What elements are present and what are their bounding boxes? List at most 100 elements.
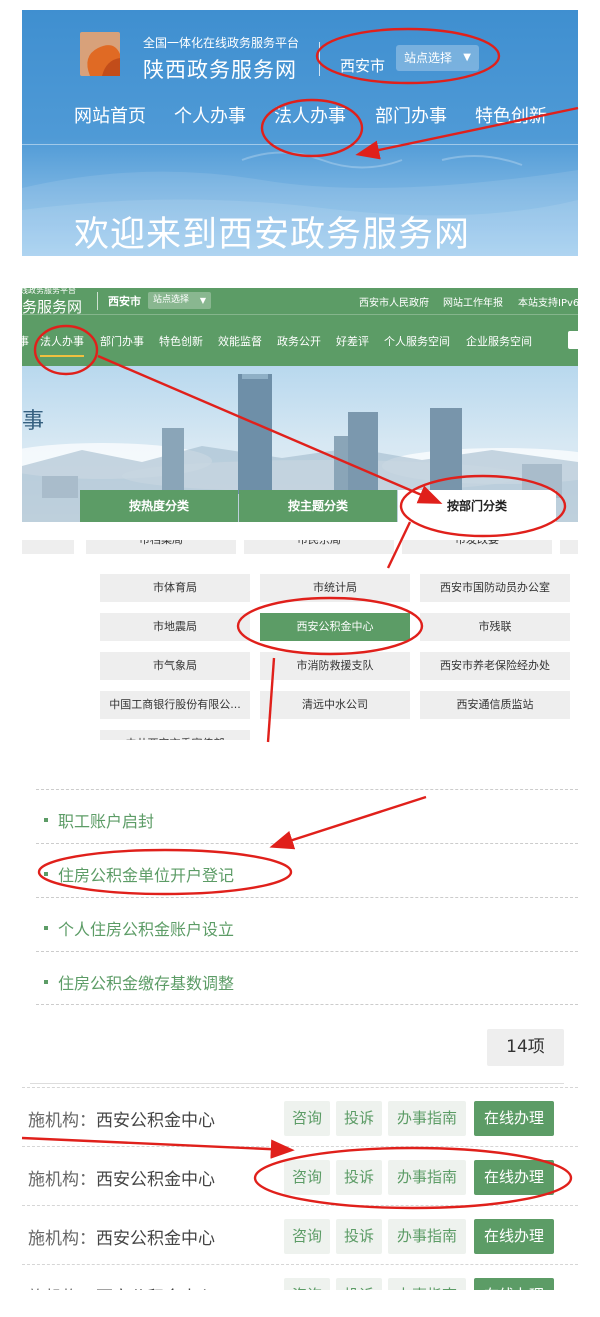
agency-name: 西安公积金中心 [96, 1170, 215, 1190]
department-housing-fund[interactable]: 西安公积金中心 [260, 613, 410, 641]
implementing-agency: 施机构：西安公积金中心 [28, 1283, 215, 1290]
top-bar: 线政务服务平台 务服务网 西安市 站点选择 ▼ 西安市人民政府 网站工作年报 本站… [22, 288, 578, 316]
platform-slogan: 全国一体化在线政务服务平台 [143, 36, 300, 50]
service-item[interactable]: 住房公积金缴存基数调整 [36, 951, 578, 1005]
welcome-banner-text: 欢迎来到西安政务服务网 [74, 215, 471, 255]
agency-name: 西安公积金中心 [96, 1229, 215, 1249]
department-water-company[interactable]: 清远中水公司 [260, 691, 410, 719]
consult-button[interactable]: 咨询 [284, 1101, 330, 1136]
nav-personal-space[interactable]: 个人服务空间 [384, 333, 450, 349]
guide-button[interactable]: 办事指南 [388, 1219, 466, 1254]
nav-enterprise-space[interactable]: 企业服务空间 [466, 333, 532, 349]
current-city: 西安市 [340, 57, 386, 75]
guide-button[interactable]: 办事指南 [388, 1101, 466, 1136]
implementing-agency: 施机构：西安公积金中心 [28, 1106, 215, 1131]
service-item[interactable]: 个人住房公积金账户设立 [36, 897, 578, 951]
station-select-button[interactable]: 站点选择 ▼ [148, 292, 211, 309]
nav-rating[interactable]: 好差评 [336, 333, 369, 349]
service-item-label: 住房公积金缴存基数调整 [58, 974, 235, 993]
main-nav: 网站首页 个人办事 法人办事 部门办事 特色创新 [22, 102, 578, 132]
station-select-label: 站点选择 [404, 51, 453, 65]
department-partial[interactable] [22, 540, 74, 554]
consult-button[interactable]: 咨询 [284, 1278, 330, 1290]
guide-button[interactable]: 办事指南 [388, 1278, 466, 1290]
service-item[interactable]: 住房公积金单位开户登记 [36, 843, 578, 897]
department-icbc[interactable]: 中国工商银行股份有限公... [100, 691, 250, 719]
department-disabled-federation[interactable]: 市残联 [420, 613, 570, 641]
legal-person-page-screenshot: 线政务服务平台 务服务网 西安市 站点选择 ▼ 西安市人民政府 网站工作年报 本站… [22, 288, 578, 522]
guide-button[interactable]: 办事指南 [388, 1160, 466, 1195]
department-pension[interactable]: 西安市养老保险经办处 [420, 652, 570, 680]
online-apply-button[interactable]: 在线办理 [474, 1160, 554, 1195]
department-statistics[interactable]: 市统计局 [260, 574, 410, 602]
department-earthquake[interactable]: 市地震局 [100, 613, 250, 641]
department-grid-screenshot: 市档案局 市民宗局 市发改委 市体育局 市统计局 西安市国防动员办公室 市地震局… [22, 540, 578, 740]
category-tabs: 按热度分类 按主题分类 按部门分类 [80, 490, 556, 522]
nav-efficiency[interactable]: 效能监督 [218, 333, 262, 349]
department-telecom-quality[interactable]: 西安通信质监站 [420, 691, 570, 719]
nav-personal[interactable]: 个人办事 [174, 102, 246, 128]
bullet-icon [44, 980, 48, 984]
caret-down-icon: ▼ [463, 52, 471, 63]
top-bar-divider [97, 292, 98, 310]
service-list-screenshot: 职工账户启封 住房公积金单位开户登记 个人住房公积金账户设立 住房公积金缴存基数… [22, 785, 578, 1009]
nav-innovation[interactable]: 特色创新 [475, 102, 547, 128]
service-item-label: 职工账户启封 [58, 812, 155, 831]
complaint-button[interactable]: 投诉 [336, 1278, 382, 1290]
tab-by-popularity[interactable]: 按热度分类 [80, 490, 238, 522]
agency-label: 施机构： [28, 1288, 96, 1290]
department-partial[interactable] [560, 540, 578, 554]
department-fire-rescue[interactable]: 市消防救援支队 [260, 652, 410, 680]
online-apply-button[interactable]: 在线办理 [474, 1278, 554, 1290]
agency-label: 施机构： [28, 1229, 96, 1249]
nav-truncated[interactable]: 事 [22, 333, 29, 349]
link-city-government[interactable]: 西安市人民政府 [359, 294, 429, 309]
item-count-badge: 14项 [487, 1029, 564, 1066]
shaanxi-logo [80, 32, 120, 76]
station-select-label: 站点选择 [153, 295, 190, 305]
matter-row: 施机构：西安公积金中心 咨询 投诉 办事指南 在线办理 [22, 1264, 578, 1290]
agency-label: 施机构： [28, 1111, 96, 1131]
consult-button[interactable]: 咨询 [284, 1219, 330, 1254]
nav-divider [22, 144, 578, 145]
nav-innovation[interactable]: 特色创新 [159, 333, 203, 349]
nav-active-underline [40, 355, 84, 357]
online-apply-button[interactable]: 在线办理 [474, 1101, 554, 1136]
link-ipv6[interactable]: 本站支持IPv6 [518, 294, 578, 309]
complaint-button[interactable]: 投诉 [336, 1160, 382, 1195]
link-annual-report[interactable]: 网站工作年报 [443, 294, 503, 309]
department-defense-mobilization[interactable]: 西安市国防动员办公室 [420, 574, 570, 602]
nav-legal-person[interactable]: 法人办事 [40, 333, 84, 349]
search-box-edge[interactable] [568, 331, 578, 349]
nav-department[interactable]: 部门办事 [375, 102, 447, 128]
list-divider [30, 1083, 564, 1084]
agency-name: 西安公积金中心 [96, 1288, 215, 1290]
matter-row: 施机构：西安公积金中心 咨询 投诉 办事指南 在线办理 [22, 1146, 578, 1205]
tab-by-theme[interactable]: 按主题分类 [239, 490, 397, 522]
main-nav: 事 法人办事 部门办事 特色创新 效能监督 政务公开 好差评 个人服务空间 企业… [22, 314, 578, 366]
nav-legal-person[interactable]: 法人办事 [274, 102, 346, 128]
service-item[interactable]: 职工账户启封 [36, 789, 578, 843]
nav-affairs-public[interactable]: 政务公开 [277, 333, 321, 349]
agency-label: 施机构： [28, 1170, 96, 1190]
header-divider [319, 42, 320, 76]
current-city: 西安市 [108, 295, 141, 308]
service-item-label: 住房公积金单位开户登记 [58, 866, 235, 885]
caret-down-icon: ▼ [199, 296, 206, 305]
department-sports[interactable]: 市体育局 [100, 574, 250, 602]
department-propaganda[interactable]: 中共西安市委宣传部 [100, 730, 250, 740]
implementing-agency: 施机构：西安公积金中心 [28, 1224, 215, 1249]
department-ethnic[interactable]: 市民宗局 [244, 540, 394, 554]
nav-department[interactable]: 部门办事 [100, 333, 144, 349]
station-select-button[interactable]: 站点选择 ▼ [396, 45, 479, 71]
nav-home[interactable]: 网站首页 [74, 102, 146, 128]
department-meteorology[interactable]: 市气象局 [100, 652, 250, 680]
department-development[interactable]: 市发改委 [402, 540, 552, 554]
tab-by-department[interactable]: 按部门分类 [398, 490, 556, 522]
online-apply-button[interactable]: 在线办理 [474, 1219, 554, 1254]
bullet-icon [44, 926, 48, 930]
complaint-button[interactable]: 投诉 [336, 1219, 382, 1254]
department-archives[interactable]: 市档案局 [86, 540, 236, 554]
consult-button[interactable]: 咨询 [284, 1160, 330, 1195]
complaint-button[interactable]: 投诉 [336, 1101, 382, 1136]
